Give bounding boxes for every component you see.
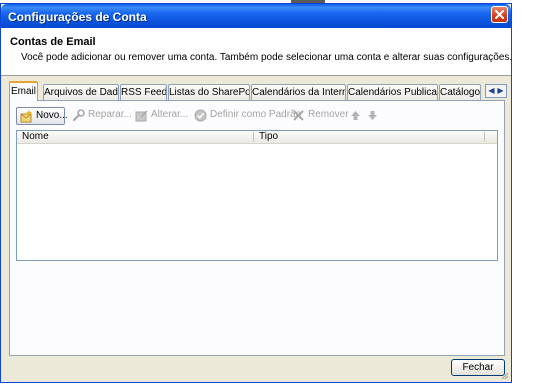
column-header-name[interactable]: Nome (17, 131, 253, 143)
change-button[interactable]: Alterar... (132, 107, 189, 125)
tab-internet-calendars[interactable]: Calendários da Internet (251, 84, 346, 100)
tab-scroll-right-icon[interactable]: ▶ (496, 85, 505, 97)
repair-button[interactable]: Reparar... (69, 107, 132, 125)
resize-grip-icon[interactable] (499, 370, 509, 380)
accounts-list[interactable]: Nome Tipo (16, 130, 498, 261)
accounts-toolbar: Novo... Reparar... Alterar... Definir co… (16, 107, 496, 127)
arrow-up-icon (351, 111, 360, 120)
check-icon (194, 109, 207, 122)
close-button[interactable]: Fechar (451, 359, 505, 376)
tab-email[interactable]: Email (9, 81, 38, 101)
account-settings-dialog: Configurações de Conta Contas de Email V… (0, 3, 512, 383)
repair-label: Reparar... (88, 109, 132, 120)
set-default-button[interactable]: Definir como Padrão (191, 107, 301, 125)
remove-x-icon (293, 110, 304, 121)
move-down-button[interactable] (365, 107, 379, 125)
column-divider[interactable] (484, 132, 485, 142)
tab-scroll-buttons: ◀ ▶ (485, 84, 507, 98)
wrench-icon (72, 109, 85, 122)
move-up-button[interactable] (348, 107, 362, 125)
section-title: Contas de Email (10, 36, 96, 48)
remove-label: Remover (308, 109, 349, 120)
email-tab-panel: Novo... Reparar... Alterar... Definir co… (9, 100, 505, 356)
close-icon (495, 10, 504, 19)
change-label: Alterar... (151, 109, 189, 120)
tab-rss-feeds[interactable]: RSS Feeds (120, 84, 167, 100)
change-account-icon (135, 110, 148, 122)
arrow-down-icon (368, 111, 377, 120)
title-bar[interactable]: Configurações de Conta (1, 4, 511, 28)
remove-button[interactable]: Remover (289, 107, 349, 125)
tab-scroll-left-icon[interactable]: ◀ (487, 85, 496, 97)
set-default-label: Definir como Padrão (210, 109, 302, 120)
tab-strip: Email Arquivos de Dados RSS Feeds Listas… (9, 81, 511, 101)
tab-published-calendars[interactable]: Calendários Publicados (347, 84, 438, 100)
new-account-icon (20, 110, 32, 123)
header-panel: Contas de Email Você pode adicionar ou r… (1, 28, 513, 76)
window-title: Configurações de Conta (8, 10, 147, 24)
tab-catalogs[interactable]: Catálogos (439, 84, 481, 100)
tab-sharepoint-lists[interactable]: Listas do SharePoint (168, 84, 250, 100)
close-window-button[interactable] (491, 6, 508, 23)
list-header: Nome Tipo (17, 131, 497, 144)
new-account-button[interactable]: Novo... (16, 107, 68, 125)
column-header-type[interactable]: Tipo (254, 131, 484, 143)
tab-data-files[interactable]: Arquivos de Dados (43, 84, 119, 100)
new-account-label: Novo... (36, 110, 68, 121)
section-description: Você pode adicionar ou remover uma conta… (21, 52, 513, 63)
